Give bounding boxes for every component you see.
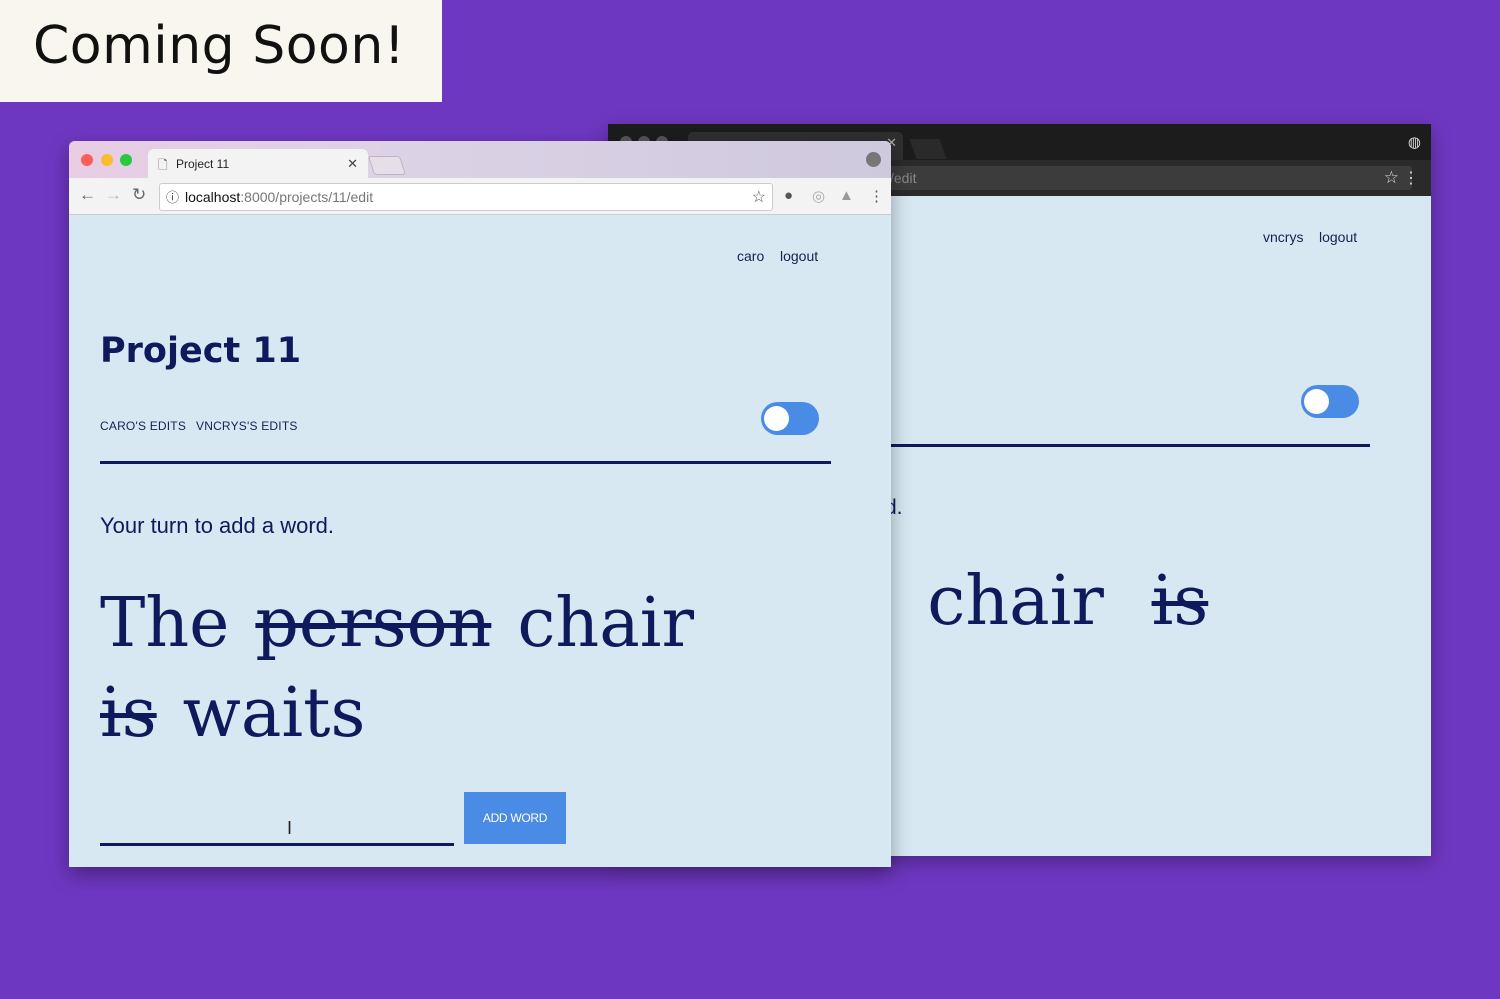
logout-link[interactable]: logout [1319,229,1357,245]
page-title: Project 11 [100,331,302,371]
maximize-window-icon[interactable] [120,154,132,166]
logout-link[interactable]: logout [780,248,818,264]
extension-circle-icon[interactable]: ◎ [812,187,825,205]
struck-word: is [1151,562,1209,641]
edits-toggle[interactable] [761,402,819,435]
bookmark-star-icon[interactable]: ☆ [752,187,766,207]
back-url-text: /edit [890,170,917,186]
tab-title: Project 11 [176,157,230,171]
add-word-button[interactable]: ADD WORD [464,792,566,844]
front-browser-window: 🗋 Project 11 ✕ ← → ↻ ⓘ localhost:8000/pr… [69,141,891,867]
word: chair [927,562,1104,641]
menu-icon[interactable]: ⋮ [869,187,884,205]
toggle-knob [764,406,789,431]
close-tab-icon[interactable]: ✕ [347,156,358,172]
toggle-knob [1304,389,1329,414]
divider [100,461,831,464]
coming-soon-banner: Coming Soon! [0,0,442,102]
banner-text: Coming Soon! [33,16,406,76]
user-link[interactable]: caro [737,248,764,264]
edits-toggle[interactable] [1301,385,1359,418]
url-text: localhost:8000/projects/11/edit [185,189,373,205]
document-icon: 🗋 [158,158,168,172]
new-tab-button[interactable] [367,156,407,175]
close-window-icon[interactable] [81,154,93,166]
profile-icon[interactable] [866,152,881,167]
info-icon[interactable]: ⓘ [166,187,179,206]
forward-arrow-icon[interactable]: → [105,185,122,205]
struck-word: person [255,584,492,663]
browser-tab[interactable]: 🗋 Project 11 ✕ [148,149,368,179]
minimize-window-icon[interactable] [101,154,113,166]
url-path: :8000/projects/11/edit [240,189,374,205]
drive-icon[interactable]: ▲ [839,187,854,204]
back-arrow-icon[interactable]: ← [79,185,96,205]
incognito-icon: ◍ [1407,134,1421,151]
word: chair [517,584,695,663]
struck-word: is [100,674,157,753]
word-input[interactable] [100,801,454,846]
front-titlebar: 🗋 Project 11 ✕ [69,141,891,179]
bookmark-star-icon[interactable]: ☆ [1384,168,1399,188]
prompt-text: Your turn to add a word. [100,513,335,538]
word: The [100,584,230,663]
tab-caros-edits[interactable]: CARO'S EDITS [100,419,186,433]
user-link[interactable]: vncrys [1263,229,1303,245]
menu-icon[interactable]: ⋮ [1403,168,1419,188]
word: waits [182,674,366,753]
address-bar[interactable]: ⓘ localhost:8000/projects/11/edit ☆ [159,183,773,211]
tab-vncrys-edits[interactable]: VNCRYS'S EDITS [196,419,298,433]
text-cursor-icon: I [287,818,293,838]
story-sentence: The person chair is waits [100,579,800,759]
url-host: localhost [185,189,241,205]
new-tab-button[interactable] [909,139,947,159]
reload-icon[interactable]: ↻ [132,185,146,205]
extension-drop-icon[interactable]: ● [784,187,793,204]
